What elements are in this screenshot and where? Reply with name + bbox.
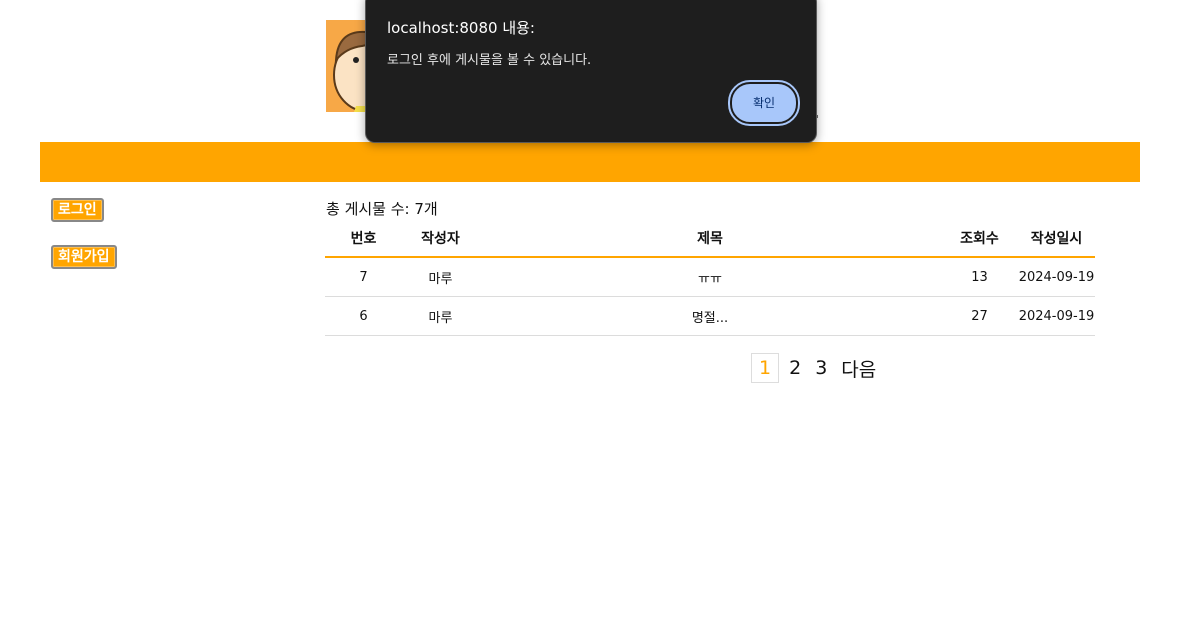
table-row: 6 마루 명절... 27 2024-09-19 [325,297,1095,336]
alert-dialog: localhost:8080 내용: 로그인 후에 게시물을 볼 수 있습니다.… [365,0,817,143]
post-no: 6 [359,308,368,324]
post-views: 13 [971,269,988,285]
post-date: 2024-09-19 [1018,308,1095,324]
column-header-date: 작성일시 [1030,231,1083,247]
column-header-title: 제목 [697,231,723,247]
table-header: 번호 작성자 제목 조회수 작성일시 [325,220,1095,258]
column-header-writer: 작성자 [421,231,460,247]
dialog-title: localhost:8080 내용: [387,19,535,37]
column-header-no: 번호 [350,231,377,247]
post-title-link[interactable]: 명절... [479,307,941,326]
page-link-3[interactable]: 3 [815,357,827,379]
post-views: 27 [971,308,988,324]
dialog-message: 로그인 후에 게시물을 볼 수 있습니다. [387,53,592,68]
page-link-2[interactable]: 2 [789,357,801,379]
post-no: 7 [359,269,368,285]
dialog-ok-button[interactable]: 확인 [728,80,800,126]
post-writer: 마루 [428,310,453,326]
signup-button[interactable]: 회원가입 [51,245,117,269]
column-header-views: 조회수 [960,231,999,247]
post-title-link[interactable]: ㅠㅠ [479,268,941,287]
nav-bar [40,142,1140,182]
next-page-link[interactable]: 다음 [841,355,876,382]
board-table: 번호 작성자 제목 조회수 작성일시 7 마루 ㅠㅠ 13 2024-09-19… [325,220,1095,336]
page-link-1[interactable]: 1 [751,353,780,383]
pagination: 1 2 3 다음 [751,353,890,383]
post-date: 2024-09-19 [1018,269,1095,285]
table-row: 7 마루 ㅠㅠ 13 2024-09-19 [325,258,1095,297]
login-button[interactable]: 로그인 [51,198,104,222]
total-post-count: 총 게시물 수: 7개 [326,200,438,218]
post-writer: 마루 [428,271,453,287]
